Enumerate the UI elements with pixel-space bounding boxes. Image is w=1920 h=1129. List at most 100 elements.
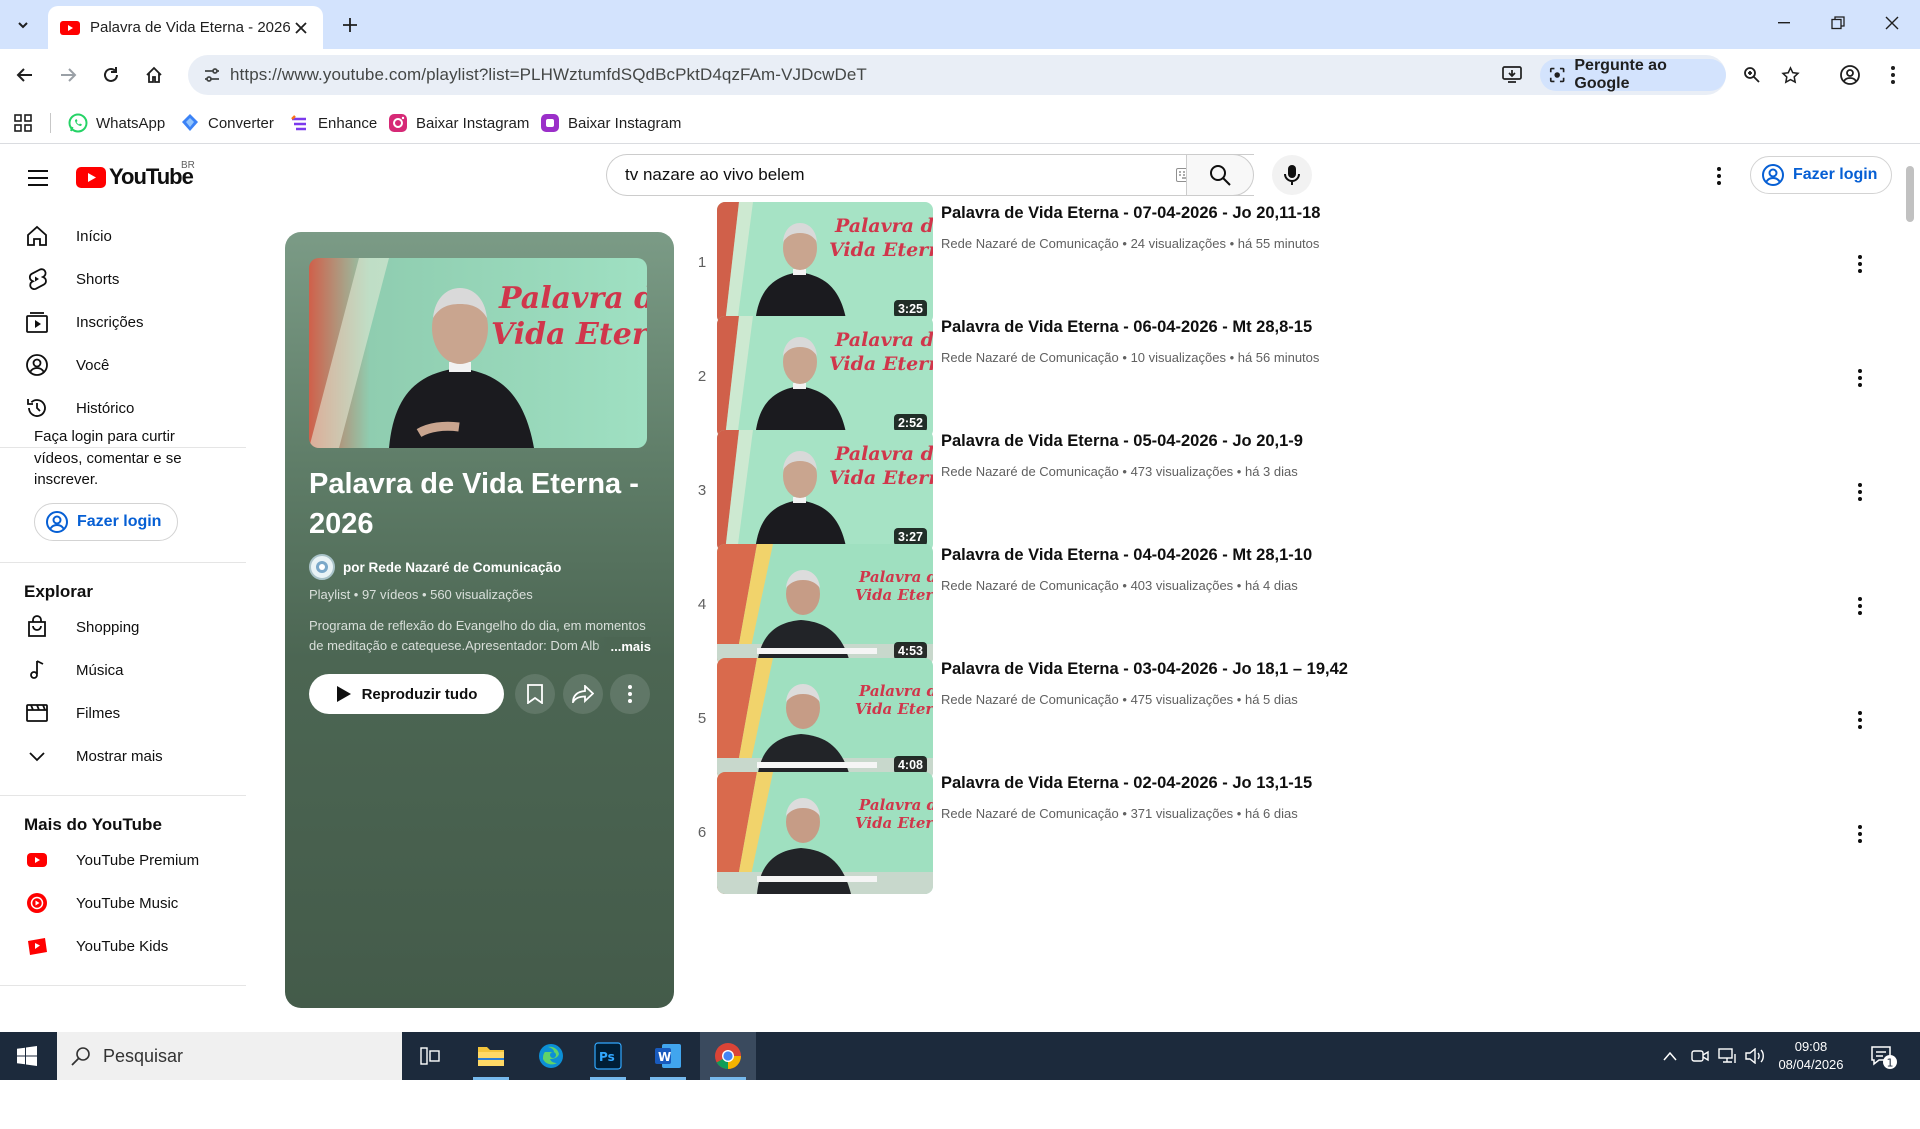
video-thumbnail[interactable]: Palavra deVida Eterna2:52 [717, 316, 933, 438]
tab-search-button[interactable] [10, 12, 36, 38]
play-all-button[interactable]: Reproduzir tudo [309, 674, 504, 714]
playlist-more-button[interactable] [610, 674, 650, 714]
video-action-menu-button[interactable] [1846, 250, 1874, 278]
video-thumbnail[interactable]: Palavra deVida Eterna4:53 [717, 544, 933, 666]
video-thumbnail[interactable]: Palavra deVida Eterna4:08 [717, 658, 933, 780]
playlist-video-row[interactable]: 1Palavra deVida Eterna3:25Palavra de Vid… [690, 202, 1880, 328]
video-title[interactable]: Palavra de Vida Eterna - 06-04-2026 - Mt… [941, 318, 1312, 337]
taskbar-photoshop[interactable]: Ps [580, 1032, 636, 1080]
home-button[interactable] [137, 58, 171, 92]
description-more-link[interactable]: ...mais [594, 636, 651, 656]
video-thumbnail[interactable]: Palavra deVida Eterna [717, 772, 933, 894]
video-channel[interactable]: Rede Nazaré de Comunicação [941, 236, 1119, 251]
video-channel[interactable]: Rede Nazaré de Comunicação [941, 806, 1119, 821]
browser-tab[interactable]: Palavra de Vida Eterna - 2026 - [48, 6, 323, 49]
playlist-video-row[interactable]: 2Palavra deVida Eterna2:52Palavra de Vid… [690, 316, 1880, 442]
bookmark-enhance[interactable]: Enhance [290, 111, 377, 135]
youtube-logo[interactable]: YouTube [76, 164, 194, 190]
bookmark-baixar-instagram-2[interactable]: Baixar Instagram [540, 111, 681, 135]
sidebar-item-inscricoes[interactable]: Inscrições [12, 302, 248, 342]
sidebar-item-voce[interactable]: Você [12, 345, 248, 385]
sign-in-button[interactable]: Fazer login [1750, 156, 1893, 194]
playlist-owner[interactable]: por Rede Nazaré de Comunicação [309, 554, 561, 580]
taskbar-edge[interactable] [523, 1032, 579, 1080]
video-channel[interactable]: Rede Nazaré de Comunicação [941, 350, 1119, 365]
sidebar-item-mostrar-mais[interactable]: Mostrar mais [12, 736, 248, 776]
start-button[interactable] [0, 1032, 54, 1080]
video-action-menu-button[interactable] [1846, 592, 1874, 620]
video-channel[interactable]: Rede Nazaré de Comunicação [941, 692, 1119, 707]
address-bar[interactable]: https://www.youtube.com/playlist?list=PL… [188, 55, 1800, 95]
minimize-button[interactable] [1756, 0, 1812, 46]
tray-network[interactable] [1718, 1046, 1738, 1066]
sidebar-item-inicio[interactable]: Início [12, 216, 248, 256]
sidebar-sign-in-button[interactable]: Fazer login [34, 503, 179, 541]
search-input[interactable]: tv nazare ao vivo belem [625, 165, 1176, 185]
playlist-thumbnail[interactable]: Palavra de Vida Eterna [309, 258, 647, 448]
install-app-button[interactable] [1500, 63, 1524, 87]
search-box[interactable]: tv nazare ao vivo belem [606, 154, 1254, 196]
window-close-button[interactable] [1864, 0, 1920, 46]
restore-button[interactable] [1810, 0, 1866, 46]
zoom-button[interactable] [1740, 63, 1764, 87]
video-channel[interactable]: Rede Nazaré de Comunicação [941, 464, 1119, 479]
taskbar-file-explorer[interactable] [463, 1032, 519, 1080]
playlist-video-row[interactable]: 5Palavra deVida Eterna4:08Palavra de Vid… [690, 658, 1880, 784]
video-title[interactable]: Palavra de Vida Eterna - 04-04-2026 - Mt… [941, 546, 1312, 565]
taskbar-search[interactable]: Pesquisar [57, 1032, 402, 1080]
forward-button[interactable] [51, 58, 85, 92]
tray-meet-now[interactable] [1690, 1046, 1710, 1066]
page-scrollbar[interactable] [1904, 144, 1920, 1032]
bookmark-whatsapp[interactable]: WhatsApp [68, 111, 165, 135]
bookmark-converter[interactable]: Converter [180, 111, 274, 135]
sidebar-item-shorts[interactable]: Shorts [12, 259, 248, 299]
sidebar-item-youtube-kids[interactable]: YouTube Kids [12, 926, 248, 966]
settings-menu-button[interactable] [1703, 160, 1735, 192]
sidebar-item-youtube-premium[interactable]: YouTube Premium [12, 840, 248, 880]
show-hidden-icons-button[interactable] [1660, 1046, 1680, 1066]
scrollbar-thumb[interactable] [1906, 166, 1914, 222]
tab-close-button[interactable] [291, 18, 311, 38]
playlist-video-row[interactable]: 6Palavra deVida EternaPalavra de Vida Et… [690, 772, 1880, 898]
sidebar-item-filmes[interactable]: Filmes [12, 693, 248, 733]
taskbar-chrome[interactable] [700, 1032, 756, 1080]
search-button[interactable] [1186, 154, 1254, 196]
video-thumbnail[interactable]: Palavra deVida Eterna3:25 [717, 202, 933, 324]
video-channel[interactable]: Rede Nazaré de Comunicação [941, 578, 1119, 593]
bookmark-baixar-instagram-1[interactable]: Baixar Instagram [388, 111, 529, 135]
save-playlist-button[interactable] [515, 674, 555, 714]
sidebar-item-historico[interactable]: Histórico [12, 388, 248, 428]
video-action-menu-button[interactable] [1846, 478, 1874, 506]
playlist-description[interactable]: Programa de reflexão do Evangelho do dia… [309, 616, 653, 656]
ask-google-button[interactable]: Pergunte ao Google [1540, 57, 1726, 92]
sidebar-item-youtube-music[interactable]: YouTube Music [12, 883, 248, 923]
sidebar-item-musica[interactable]: Música [12, 650, 248, 690]
notification-center-button[interactable]: 1 [1870, 1044, 1898, 1070]
sidebar-item-shopping[interactable]: Shopping [12, 607, 248, 647]
video-action-menu-button[interactable] [1846, 706, 1874, 734]
profile-button[interactable] [1833, 58, 1867, 92]
video-title[interactable]: Palavra de Vida Eterna - 07-04-2026 - Jo… [941, 204, 1320, 223]
video-action-menu-button[interactable] [1846, 820, 1874, 848]
video-title[interactable]: Palavra de Vida Eterna - 05-04-2026 - Jo… [941, 432, 1303, 451]
bookmark-star-button[interactable] [1778, 63, 1802, 87]
taskbar-clock[interactable]: 09:08 08/04/2026 [1768, 1038, 1854, 1074]
site-info-button[interactable] [200, 63, 224, 87]
tray-volume[interactable] [1745, 1046, 1765, 1066]
video-thumbnail[interactable]: Palavra deVida Eterna3:27 [717, 430, 933, 552]
channel-avatar[interactable] [309, 554, 335, 580]
playlist-owner-name[interactable]: por Rede Nazaré de Comunicação [343, 560, 561, 575]
video-title[interactable]: Palavra de Vida Eterna - 02-04-2026 - Jo… [941, 774, 1312, 793]
taskbar-word[interactable]: W [640, 1032, 696, 1080]
voice-search-button[interactable] [1272, 155, 1312, 195]
playlist-video-row[interactable]: 4Palavra deVida Eterna4:53Palavra de Vid… [690, 544, 1880, 670]
playlist-video-row[interactable]: 3Palavra deVida Eterna3:27Palavra de Vid… [690, 430, 1880, 556]
back-button[interactable] [8, 58, 42, 92]
chrome-menu-button[interactable] [1876, 58, 1910, 92]
share-button[interactable] [563, 674, 603, 714]
apps-button[interactable] [14, 111, 32, 135]
video-action-menu-button[interactable] [1846, 364, 1874, 392]
guide-menu-button[interactable] [22, 162, 54, 194]
reload-button[interactable] [94, 58, 128, 92]
video-title[interactable]: Palavra de Vida Eterna - 03-04-2026 - Jo… [941, 660, 1348, 679]
